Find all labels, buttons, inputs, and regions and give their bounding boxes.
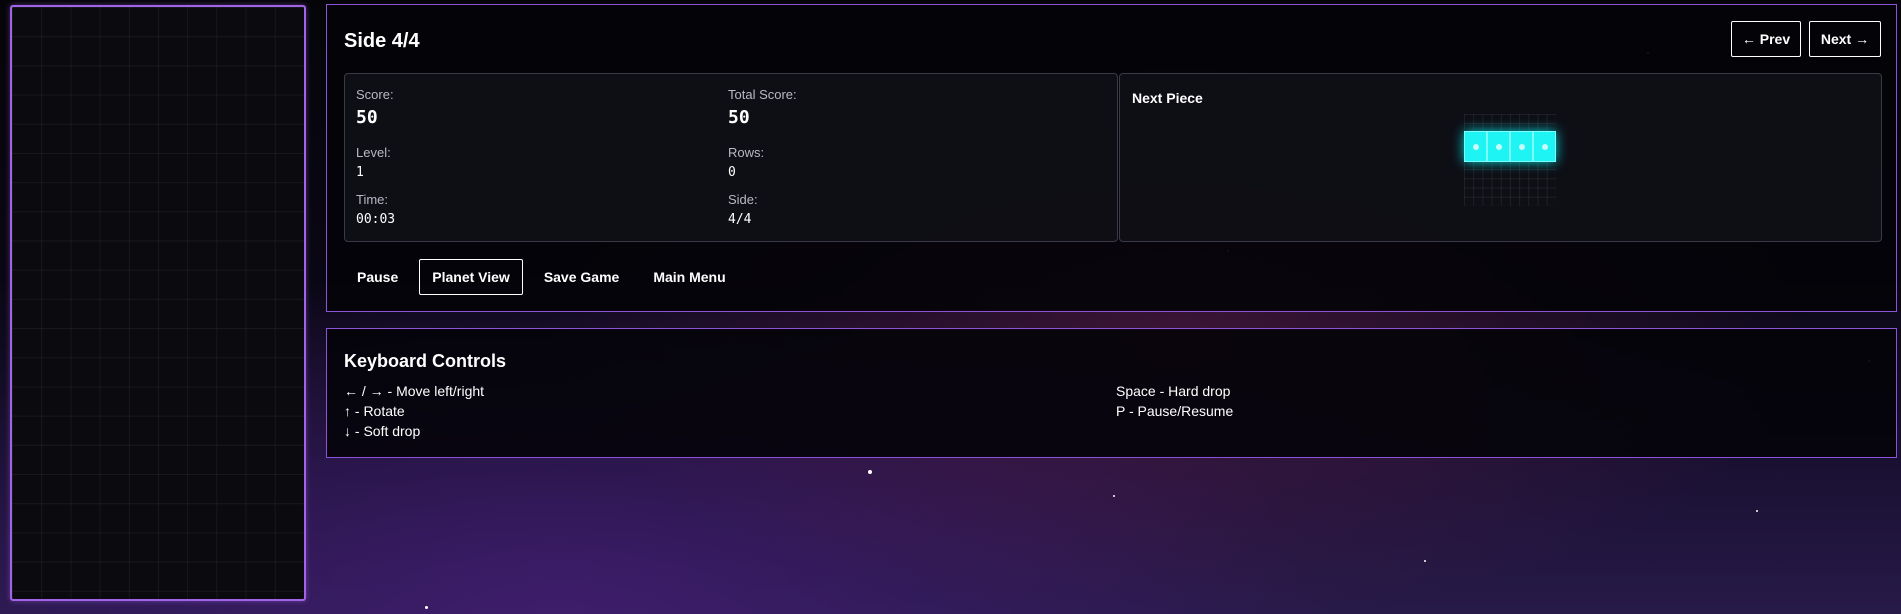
side-value: 4/4 xyxy=(728,212,752,227)
total-score-value: 50 xyxy=(728,107,750,128)
save-game-button[interactable]: Save Game xyxy=(531,259,633,295)
rows-value: 0 xyxy=(728,165,736,180)
keyboard-controls-title: Keyboard Controls xyxy=(344,351,507,371)
control-hard-drop: Space - Hard drop xyxy=(1116,383,1231,399)
main-menu-button[interactable]: Main Menu xyxy=(640,259,738,295)
piece-block xyxy=(1533,131,1556,162)
star xyxy=(1113,495,1115,497)
prev-side-button[interactable]: ← Prev xyxy=(1731,21,1801,57)
time-value: 00:03 xyxy=(356,212,396,227)
score-label: Score: xyxy=(356,87,394,102)
keyboard-controls-panel: Keyboard Controls ← / → - Move left/righ… xyxy=(326,328,1897,458)
time-stat: Time: 00:03 xyxy=(356,192,395,227)
next-piece-title: Next Piece xyxy=(1132,90,1203,106)
next-piece-preview xyxy=(1464,114,1556,206)
control-rotate: ↑ - Rotate xyxy=(344,403,405,419)
control-soft-drop: ↓ - Soft drop xyxy=(344,423,421,439)
control-move: ← / → - Move left/right xyxy=(344,383,485,399)
total-score-stat: Total Score: 50 xyxy=(728,87,797,128)
side-label: Side: xyxy=(728,192,758,207)
star xyxy=(1756,510,1758,512)
game-board[interactable] xyxy=(10,5,306,601)
level-value: 1 xyxy=(356,165,364,180)
star xyxy=(1424,560,1426,562)
game-panel: Side 4/4 ← Prev Next → Score: 50 Total S… xyxy=(326,4,1897,312)
rows-label: Rows: xyxy=(728,145,765,160)
stats-box: Score: 50 Total Score: 50 Level: 1 Rows:… xyxy=(344,73,1118,242)
i-piece xyxy=(1464,131,1556,162)
action-bar: Pause Planet View Save Game Main Menu xyxy=(344,259,747,295)
control-pause: P - Pause/Resume xyxy=(1116,403,1234,419)
time-label: Time: xyxy=(356,192,389,207)
score-stat: Score: 50 xyxy=(356,87,394,128)
next-side-button[interactable]: Next → xyxy=(1809,21,1881,57)
pause-button[interactable]: Pause xyxy=(344,259,411,295)
star xyxy=(868,470,872,474)
score-value: 50 xyxy=(356,107,378,128)
next-piece-box: Next Piece xyxy=(1119,73,1882,242)
side-stat: Side: 4/4 xyxy=(728,192,758,227)
piece-block xyxy=(1464,131,1487,162)
rows-stat: Rows: 0 xyxy=(728,145,764,180)
level-label: Level: xyxy=(356,145,391,160)
planet-view-button[interactable]: Planet View xyxy=(419,259,523,295)
star xyxy=(425,606,428,609)
side-title: Side 4/4 xyxy=(344,30,420,52)
level-stat: Level: 1 xyxy=(356,145,391,180)
piece-block xyxy=(1510,131,1533,162)
total-score-label: Total Score: xyxy=(728,87,797,102)
piece-block xyxy=(1487,131,1510,162)
